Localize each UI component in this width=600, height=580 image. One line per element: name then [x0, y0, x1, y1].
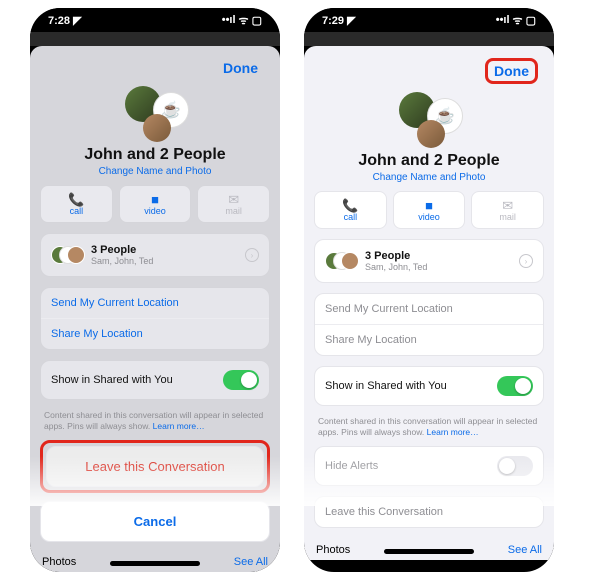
photos-section-header: Photos See All [314, 538, 544, 560]
phone-icon: 📞 [342, 199, 358, 212]
location-icon: ◤ [347, 15, 355, 27]
learn-more-link[interactable]: Learn more… [153, 421, 205, 431]
shared-with-you-info: Content shared in this conversation will… [314, 416, 544, 446]
chevron-right-icon: › [519, 254, 533, 268]
location-icon: ◤ [73, 15, 81, 27]
call-button[interactable]: 📞 call [314, 191, 387, 229]
leave-conversation-button[interactable]: Leave this Conversation [46, 446, 264, 487]
hide-alerts-toggle[interactable] [497, 456, 533, 476]
wifi-icon: ᯤ [239, 13, 249, 28]
conversation-title: John and 2 People [314, 152, 544, 170]
status-time: 7:28 [48, 15, 70, 27]
people-row[interactable]: 3 People Sam, John, Ted › [41, 234, 269, 276]
share-my-location-row[interactable]: Share My Location [315, 324, 543, 355]
group-avatar-cluster: ☕ [119, 86, 191, 142]
done-button[interactable]: Done [485, 58, 538, 84]
see-all-link[interactable]: See All [508, 544, 542, 556]
home-indicator [384, 549, 474, 554]
video-label: video [418, 212, 440, 222]
hide-alerts-row: Hide Alerts [315, 447, 543, 485]
shared-with-you-toggle[interactable] [497, 376, 533, 396]
photos-section-header: Photos See All [40, 550, 270, 572]
shared-with-you-info: Content shared in this conversation will… [40, 410, 270, 440]
mail-button: ✉ mail [471, 191, 544, 229]
mail-label: mail [499, 212, 516, 222]
mail-button: ✉ mail [197, 185, 270, 223]
send-current-location-row[interactable]: Send My Current Location [315, 294, 543, 324]
change-name-photo-link[interactable]: Change Name and Photo [40, 166, 270, 177]
video-icon: ■ [425, 199, 433, 212]
people-count: 3 People [365, 250, 427, 262]
details-sheet: Done ☕ John and 2 People Change Name and… [30, 46, 280, 572]
people-count: 3 People [91, 244, 153, 256]
change-name-photo-link[interactable]: Change Name and Photo [314, 172, 544, 183]
call-button[interactable]: 📞 call [40, 185, 113, 223]
conversation-title: John and 2 People [40, 146, 270, 164]
video-button[interactable]: ■ video [119, 185, 192, 223]
avatar-image [143, 114, 171, 142]
signal-icon: ••ıl [222, 14, 236, 26]
photos-label: Photos [316, 544, 350, 556]
mail-icon: ✉ [228, 193, 239, 206]
screenshot-right: 7:29 ◤ ••ıl ᯤ ▢ Done ☕ John and 2 People… [304, 8, 554, 572]
leave-conversation-row[interactable]: Leave this Conversation [315, 497, 543, 527]
done-button[interactable]: Done [217, 58, 264, 78]
mini-avatars [325, 249, 359, 273]
video-label: video [144, 206, 166, 216]
phone-icon: 📞 [68, 193, 84, 206]
mail-icon: ✉ [502, 199, 513, 212]
call-label: call [344, 212, 358, 222]
mini-avatars [51, 243, 85, 267]
chevron-right-icon: › [245, 248, 259, 262]
shared-with-you-toggle[interactable] [223, 370, 259, 390]
wifi-icon: ᯤ [513, 13, 523, 28]
battery-icon: ▢ [526, 14, 536, 27]
shared-with-you-row: Show in Shared with You [41, 361, 269, 399]
shared-with-you-row: Show in Shared with You [315, 367, 543, 405]
mail-label: mail [225, 206, 242, 216]
photos-label: Photos [42, 556, 76, 568]
video-icon: ■ [151, 193, 159, 206]
share-my-location-row[interactable]: Share My Location [41, 318, 269, 349]
video-button[interactable]: ■ video [393, 191, 466, 229]
highlight-leave: Leave this Conversation [40, 440, 270, 493]
signal-icon: ••ıl [496, 14, 510, 26]
battery-icon: ▢ [252, 14, 262, 27]
people-names: Sam, John, Ted [365, 262, 427, 272]
people-row[interactable]: 3 People Sam, John, Ted › [315, 240, 543, 282]
see-all-link[interactable]: See All [234, 556, 268, 568]
learn-more-link[interactable]: Learn more… [427, 427, 479, 437]
status-time: 7:29 [322, 15, 344, 27]
home-indicator [110, 561, 200, 566]
people-names: Sam, John, Ted [91, 256, 153, 266]
details-sheet: Done ☕ John and 2 People Change Name and… [304, 46, 554, 560]
cancel-button[interactable]: Cancel [40, 501, 270, 542]
avatar-image [417, 120, 445, 148]
group-avatar-cluster: ☕ [393, 92, 465, 148]
send-current-location-row[interactable]: Send My Current Location [41, 288, 269, 318]
screenshot-left: 7:28 ◤ ••ıl ᯤ ▢ Done ☕ John and 2 People… [30, 8, 280, 572]
status-bar: 7:29 ◤ ••ıl ᯤ ▢ [304, 8, 554, 32]
status-bar: 7:28 ◤ ••ıl ᯤ ▢ [30, 8, 280, 32]
call-label: call [70, 206, 84, 216]
